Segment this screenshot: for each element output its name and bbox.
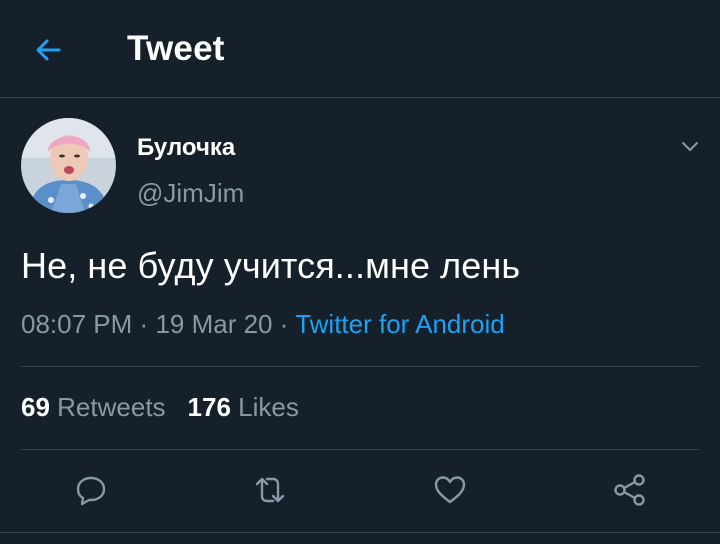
heart-icon — [434, 476, 466, 504]
avatar[interactable] — [21, 118, 116, 213]
divider — [21, 449, 699, 450]
reply-icon — [76, 476, 106, 506]
author-handle[interactable]: @JimJim — [137, 178, 244, 209]
tweet-meta: 08:07 PM · 19 Mar 20 · Twitter for Andro… — [21, 309, 505, 340]
tweet-date: 19 Mar 20 — [155, 309, 273, 339]
share-button[interactable] — [610, 470, 650, 510]
share-icon — [614, 474, 645, 506]
tweet-source-link[interactable]: Twitter for Android — [295, 309, 505, 339]
tweet-stats: 69 Retweets 176 Likes — [21, 392, 299, 423]
tweet-time: 08:07 PM — [21, 309, 133, 339]
meta-separator: · — [139, 309, 149, 339]
likes-label: Likes — [238, 392, 299, 422]
retweets-count: 69 — [21, 392, 50, 422]
arrow-left-icon — [36, 39, 61, 61]
reply-button[interactable] — [71, 470, 111, 510]
likes-count: 176 — [187, 392, 231, 422]
divider — [21, 366, 699, 367]
retweets-stat[interactable]: 69 Retweets — [21, 392, 166, 422]
tweet-text: Не, не буду учится...мне лень — [21, 245, 521, 286]
retweet-icon — [255, 477, 285, 503]
retweets-label: Retweets — [57, 392, 166, 422]
meta-separator: · — [279, 309, 289, 339]
retweet-button[interactable] — [250, 470, 290, 510]
back-button[interactable] — [30, 32, 66, 68]
like-button[interactable] — [430, 470, 470, 510]
page-title: Tweet — [127, 29, 225, 68]
top-bar: Tweet — [0, 0, 720, 98]
chevron-down-icon — [682, 142, 698, 151]
likes-stat[interactable]: 176 Likes — [188, 392, 299, 422]
author-display-name[interactable]: Булочка — [137, 134, 235, 162]
tweet-menu-button[interactable] — [676, 132, 704, 160]
divider — [0, 532, 720, 533]
